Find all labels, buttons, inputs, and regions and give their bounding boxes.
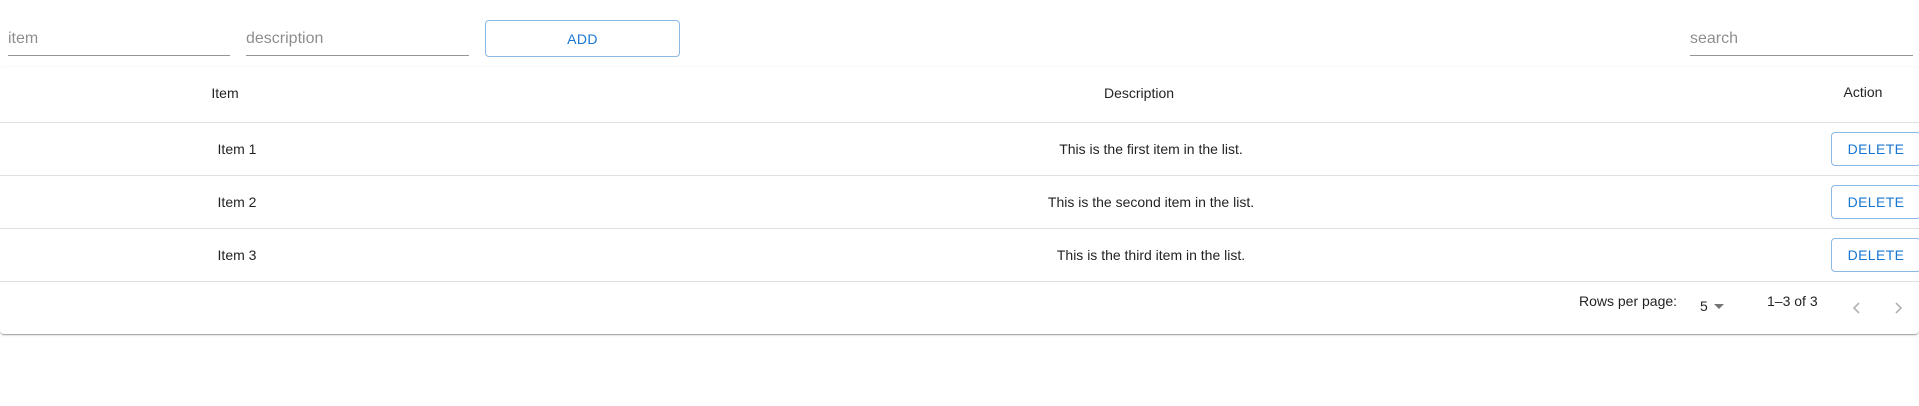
row-divider xyxy=(0,281,1919,282)
cell-description: This is the third item in the list. xyxy=(1056,247,1246,263)
chevron-right-icon-glyph xyxy=(1895,302,1903,314)
column-header-description: Description xyxy=(1103,85,1175,101)
delete-button[interactable]: DELETE xyxy=(1831,132,1919,166)
header-divider xyxy=(0,122,1919,123)
delete-button[interactable]: DELETE xyxy=(1831,185,1919,219)
add-button[interactable]: ADD xyxy=(485,20,680,57)
search-input[interactable] xyxy=(1690,24,1913,54)
chevron-left-icon[interactable] xyxy=(1845,296,1869,320)
cell-item: Item 1 xyxy=(217,141,257,157)
cell-item: Item 3 xyxy=(217,247,257,263)
rows-per-page-select[interactable]: 5 xyxy=(1700,298,1724,314)
item-input[interactable] xyxy=(8,24,230,54)
row-divider xyxy=(0,175,1919,176)
item-field[interactable] xyxy=(8,24,230,56)
description-field[interactable] xyxy=(246,24,469,56)
column-header-item: Item xyxy=(211,85,239,101)
rows-per-page-value: 5 xyxy=(1700,298,1708,314)
column-header-action: Action xyxy=(1843,84,1883,100)
description-input[interactable] xyxy=(246,24,469,54)
chevron-right-icon[interactable] xyxy=(1886,296,1910,320)
delete-button[interactable]: DELETE xyxy=(1831,238,1919,272)
row-divider xyxy=(0,228,1919,229)
cell-item: Item 2 xyxy=(217,194,257,210)
cell-description: This is the second item in the list. xyxy=(1047,194,1255,210)
pagination-range: 1–3 of 3 xyxy=(1767,293,1818,309)
chevron-left-icon-glyph xyxy=(1852,302,1860,314)
cell-description: This is the first item in the list. xyxy=(1059,141,1243,157)
search-field[interactable] xyxy=(1690,24,1913,56)
rows-per-page-label: Rows per page: xyxy=(1579,293,1678,309)
caret-down-icon xyxy=(1713,303,1724,309)
